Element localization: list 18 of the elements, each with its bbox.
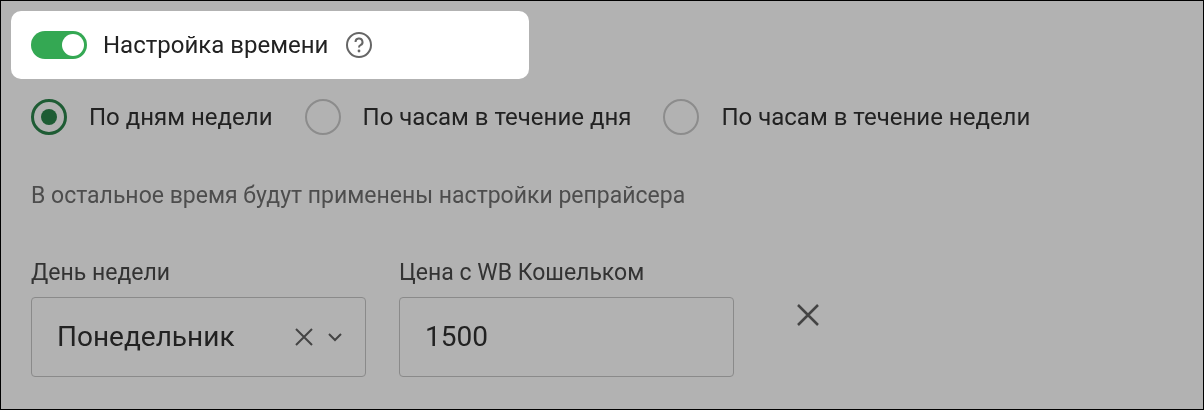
radio-label[interactable]: По часам в течение дня bbox=[362, 99, 632, 135]
field-label: Цена с WB Кошельком bbox=[399, 257, 646, 288]
radio-button[interactable] bbox=[31, 99, 67, 135]
chevron-down-icon[interactable] bbox=[327, 331, 343, 342]
radio-label[interactable]: По дням недели bbox=[89, 99, 273, 135]
select-value: Понедельник bbox=[57, 318, 236, 355]
day-select[interactable]: Понедельник bbox=[31, 296, 366, 377]
toggle-switch[interactable] bbox=[31, 31, 87, 59]
hint-text: В остальное время будут применены настройки репрайсера bbox=[31, 181, 687, 211]
radio-button[interactable] bbox=[663, 99, 700, 135]
section-title: Настройка времени bbox=[103, 30, 329, 61]
help-icon[interactable] bbox=[344, 30, 375, 60]
clear-icon[interactable] bbox=[293, 325, 315, 348]
close-icon[interactable] bbox=[796, 302, 820, 327]
radio-button[interactable] bbox=[304, 99, 341, 135]
price-input[interactable]: 1500 bbox=[399, 296, 734, 377]
field-label: День недели bbox=[31, 257, 172, 288]
radio-label[interactable]: По часам в течение недели bbox=[721, 99, 1031, 135]
